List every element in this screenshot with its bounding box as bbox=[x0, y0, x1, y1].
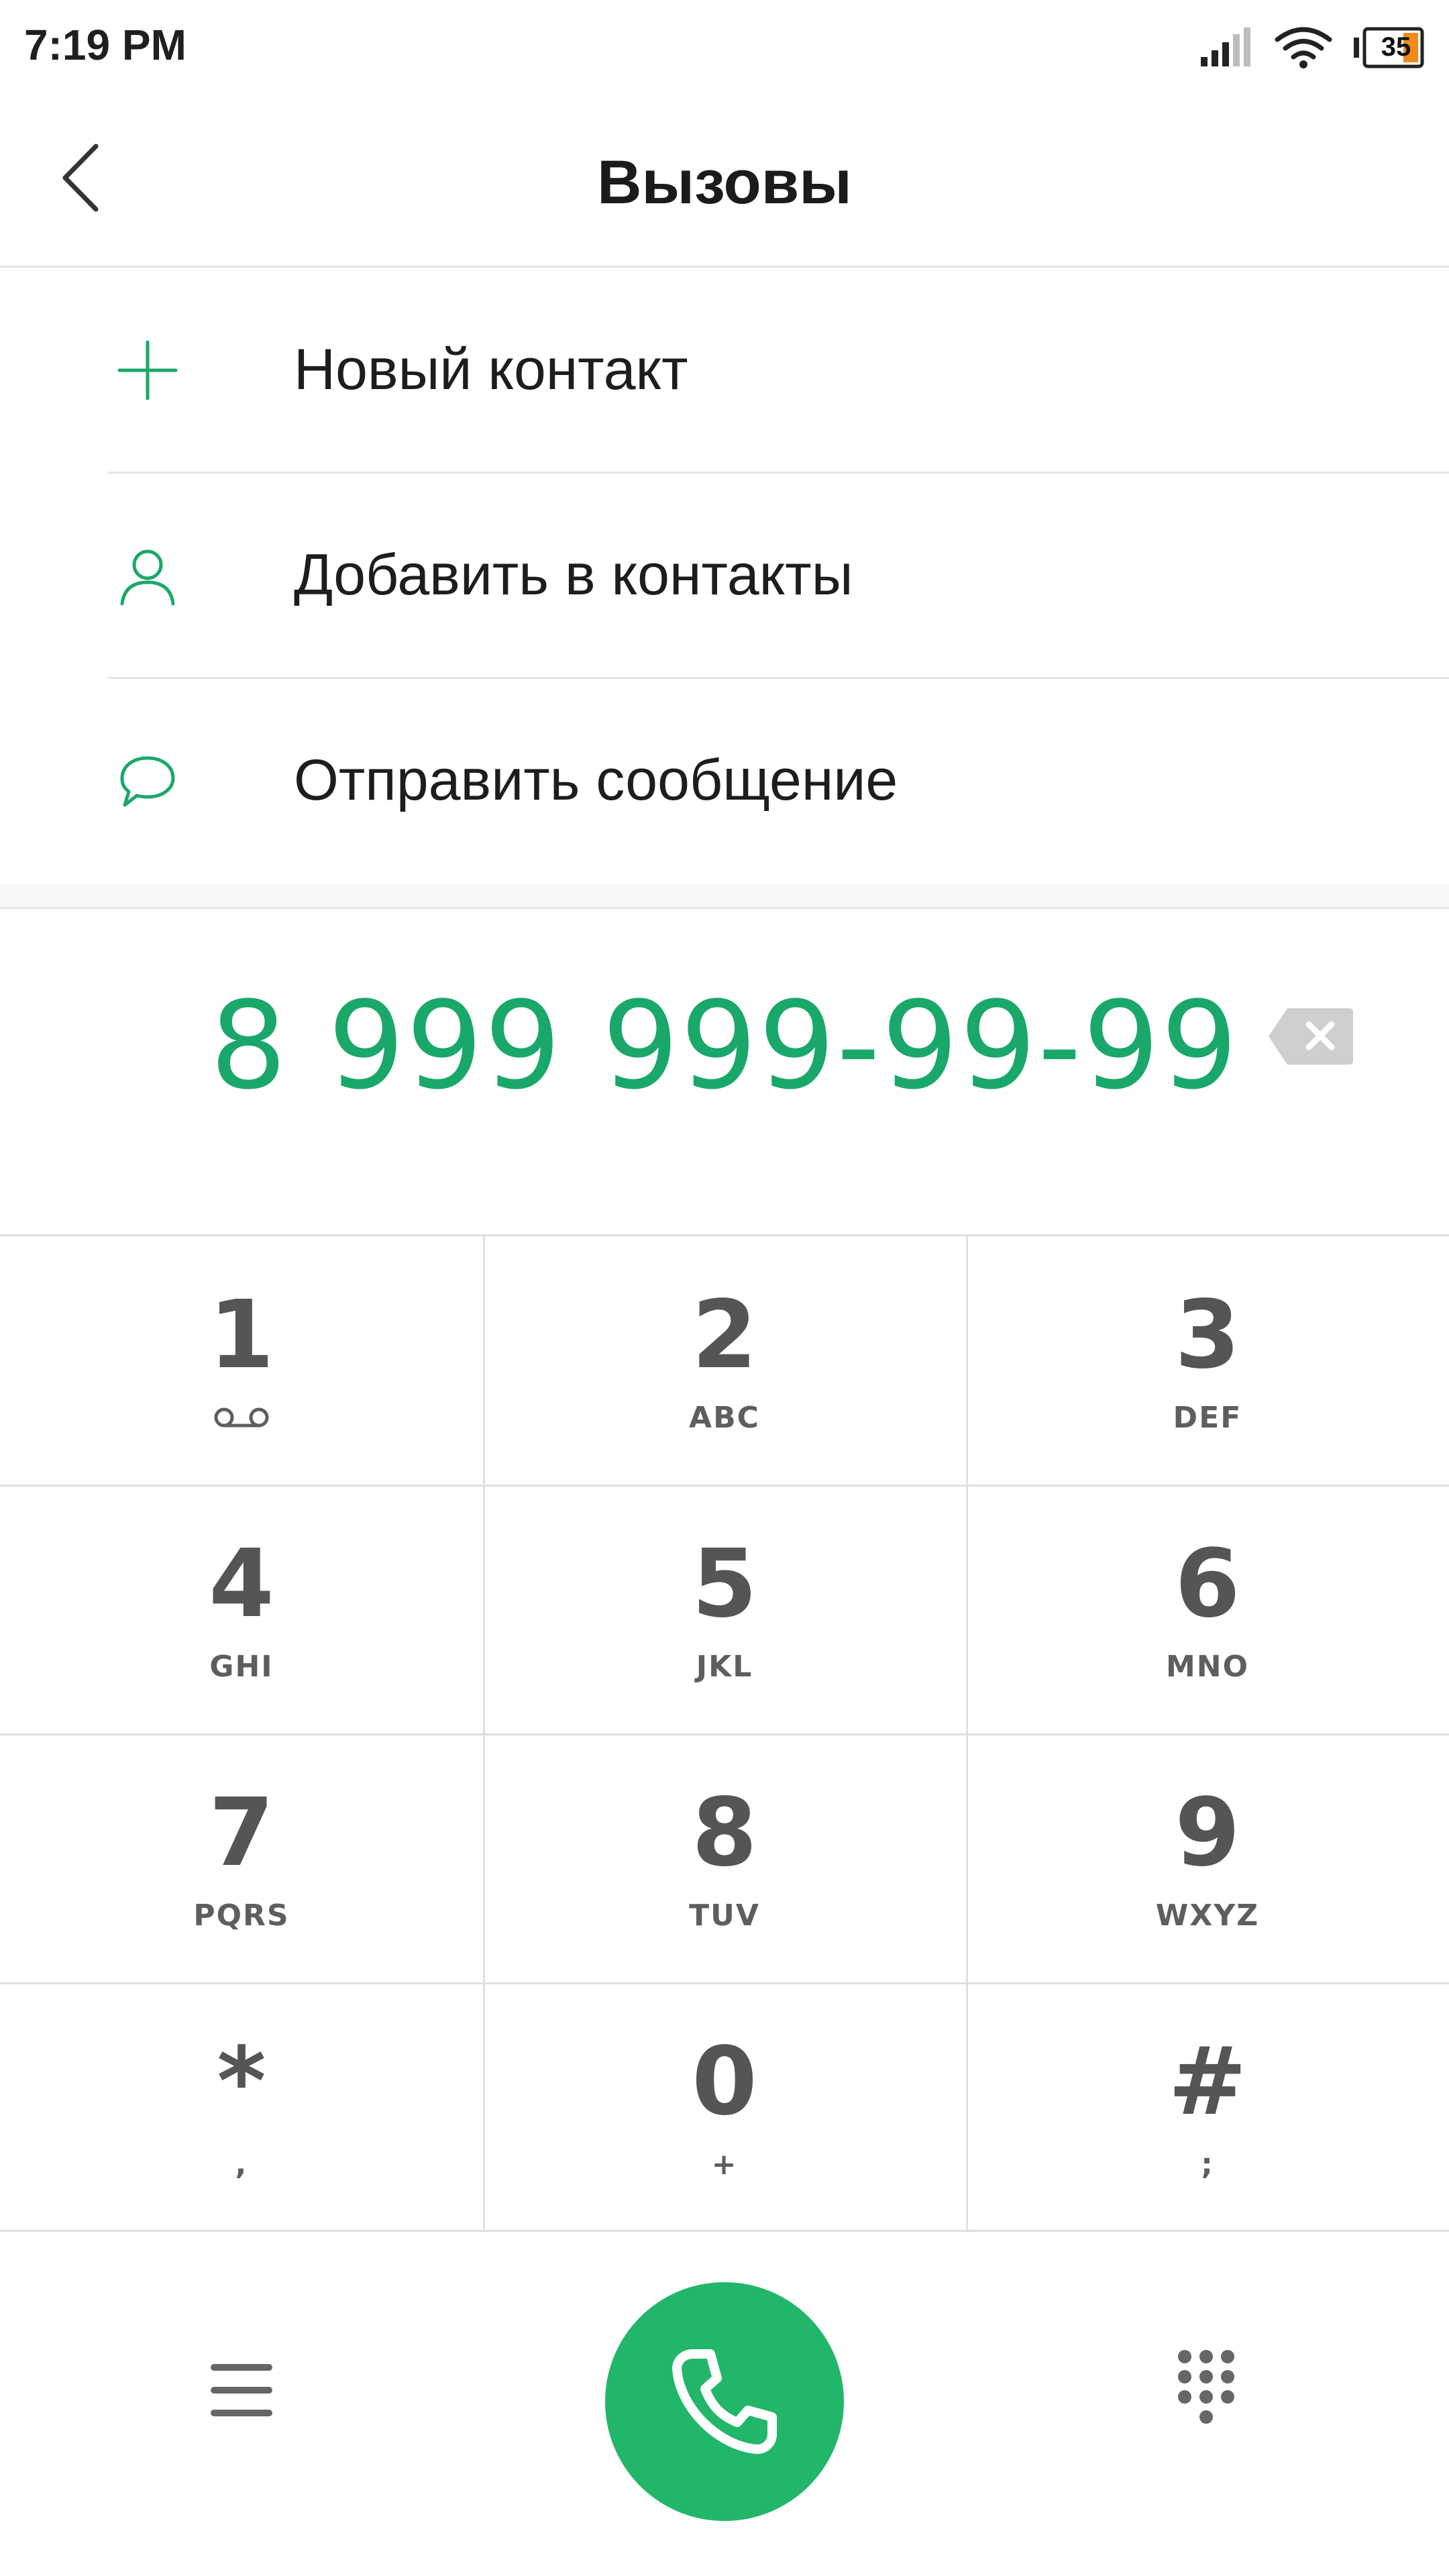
key-digit: 1 bbox=[209, 1281, 274, 1390]
backspace-icon bbox=[1269, 1008, 1353, 1065]
key-letters: JKL bbox=[696, 1650, 753, 1684]
key-letters: ABC bbox=[689, 1401, 760, 1435]
key-7[interactable]: 7 PQRS bbox=[0, 1734, 483, 1982]
battery-icon: 35 bbox=[1352, 27, 1425, 68]
key-star[interactable]: * , bbox=[0, 1983, 483, 2231]
key-digit: 4 bbox=[209, 1529, 274, 1639]
key-letters: + bbox=[711, 2147, 738, 2182]
key-1[interactable]: 1 bbox=[0, 1236, 483, 1485]
key-6[interactable]: 6 MNO bbox=[966, 1485, 1449, 1733]
signal-icon bbox=[1201, 28, 1250, 66]
key-letters: , bbox=[235, 2147, 248, 2182]
key-digit: # bbox=[1168, 2027, 1247, 2137]
section-separator bbox=[0, 884, 1449, 909]
number-actions-list: Новый контакт Добавить в контакты Отправ… bbox=[0, 267, 1449, 884]
voicemail-icon bbox=[214, 1407, 269, 1428]
key-digit: * bbox=[217, 2027, 266, 2137]
wifi-icon bbox=[1275, 27, 1332, 68]
keypad: 1 2 ABC 3 DEF 4 GHI 5 JKL 6 MNO 7 PQRS 8… bbox=[0, 1234, 1449, 2232]
dialed-number[interactable]: 8 999 999-99-99 bbox=[0, 976, 1449, 1116]
send-message-label: Отправить сообщение bbox=[294, 748, 898, 812]
dialpad-toggle-button[interactable] bbox=[1166, 2344, 1246, 2438]
key-2[interactable]: 2 ABC bbox=[483, 1236, 966, 1485]
key-digit: 8 bbox=[692, 1778, 757, 1888]
top-app-bar: Вызовы bbox=[0, 94, 1449, 268]
dialpad-icon bbox=[1178, 2350, 1234, 2424]
key-digit: 3 bbox=[1175, 1281, 1240, 1390]
phone-icon bbox=[672, 2349, 777, 2454]
key-hash[interactable]: # ; bbox=[966, 1983, 1449, 2231]
call-button[interactable] bbox=[605, 2282, 844, 2521]
key-digit: 0 bbox=[692, 2027, 757, 2137]
key-8[interactable]: 8 TUV bbox=[483, 1734, 966, 1982]
new-contact-label: Новый контакт bbox=[294, 337, 688, 402]
plus-icon bbox=[106, 329, 189, 412]
number-display: 8 999 999-99-99 bbox=[0, 909, 1449, 1234]
key-letters: ; bbox=[1201, 2147, 1214, 2182]
key-0[interactable]: 0 + bbox=[483, 1983, 966, 2231]
key-letters: MNO bbox=[1165, 1650, 1249, 1684]
add-to-contacts-label: Добавить в контакты bbox=[294, 543, 853, 607]
dialer-screen: 7:19 PM 35 Вызовы Новый контакт Добавить… bbox=[0, 0, 1449, 2576]
speech-bubble-icon bbox=[106, 739, 189, 822]
status-time: 7:19 PM bbox=[24, 21, 186, 69]
status-bar: 7:19 PM 35 bbox=[0, 0, 1449, 94]
send-message-item[interactable]: Отправить сообщение bbox=[0, 678, 1449, 883]
add-to-contacts-item[interactable]: Добавить в контакты bbox=[0, 472, 1449, 678]
key-4[interactable]: 4 GHI bbox=[0, 1485, 483, 1733]
key-9[interactable]: 9 WXYZ bbox=[966, 1734, 1449, 1982]
key-digit: 9 bbox=[1175, 1778, 1240, 1888]
key-letters: PQRS bbox=[193, 1898, 290, 1933]
key-5[interactable]: 5 JKL bbox=[483, 1485, 966, 1733]
key-letters: WXYZ bbox=[1155, 1898, 1260, 1933]
key-digit: 2 bbox=[692, 1281, 757, 1390]
key-letters: GHI bbox=[209, 1650, 274, 1684]
page-title: Вызовы bbox=[597, 148, 852, 217]
menu-button[interactable] bbox=[201, 2351, 282, 2431]
key-digit: 6 bbox=[1175, 1529, 1240, 1639]
bottom-bar bbox=[0, 2230, 1449, 2576]
backspace-button[interactable] bbox=[1261, 996, 1362, 1077]
key-letters: TUV bbox=[689, 1898, 760, 1933]
menu-icon bbox=[211, 2364, 272, 2416]
key-3[interactable]: 3 DEF bbox=[966, 1236, 1449, 1485]
person-icon bbox=[106, 534, 189, 617]
status-icons: 35 bbox=[1198, 24, 1425, 71]
new-contact-item[interactable]: Новый контакт bbox=[0, 267, 1449, 472]
key-letters: DEF bbox=[1173, 1401, 1242, 1435]
key-digit: 5 bbox=[692, 1529, 757, 1639]
battery-level: 35 bbox=[1381, 32, 1411, 62]
key-digit: 7 bbox=[209, 1778, 274, 1888]
